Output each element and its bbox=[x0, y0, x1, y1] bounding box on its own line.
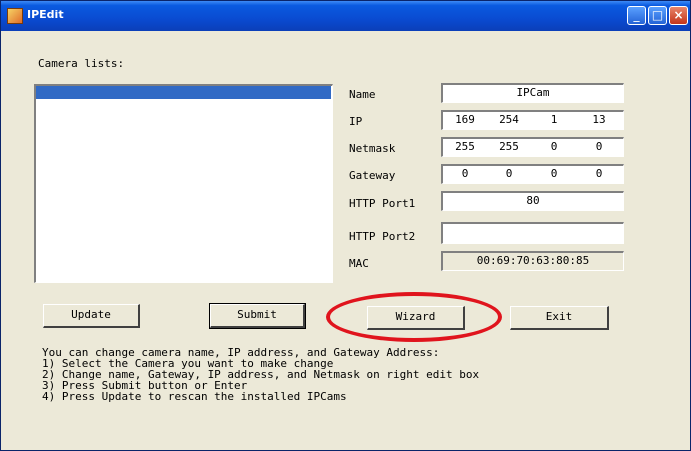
netmask-octet-3[interactable]: 0 bbox=[534, 139, 574, 155]
camera-lists-label: Camera lists: bbox=[38, 57, 125, 70]
ip-octet-1[interactable]: 169 bbox=[445, 112, 485, 128]
exit-button[interactable]: Exit bbox=[510, 306, 609, 330]
list-item[interactable]: IPCam............... 169.254.1.13 bbox=[36, 86, 331, 124]
gateway-octet-2[interactable]: 0 bbox=[489, 166, 529, 182]
gateway-octet-4[interactable]: 0 bbox=[579, 166, 619, 182]
app-icon bbox=[7, 8, 23, 24]
gateway-octet-1[interactable]: 0 bbox=[445, 166, 485, 182]
update-button[interactable]: Update bbox=[43, 304, 140, 328]
netmask-label: Netmask bbox=[349, 142, 396, 155]
window-title: IPEdit bbox=[27, 8, 64, 21]
mac-field: 00:69:70:63:80:85 bbox=[441, 251, 624, 271]
gateway-octet-3[interactable]: 0 bbox=[534, 166, 574, 182]
netmask-field[interactable]: 255 255 0 0 bbox=[441, 137, 624, 157]
netmask-octet-1[interactable]: 255 bbox=[445, 139, 485, 155]
instructions: You can change camera name, IP address, … bbox=[42, 347, 479, 402]
camera-entry-ip: 169.254.1.13 bbox=[206, 113, 279, 124]
ip-field[interactable]: 169 254 1 13 bbox=[441, 110, 624, 130]
gateway-field[interactable]: 0 0 0 0 bbox=[441, 164, 624, 184]
name-field[interactable]: IPCam bbox=[441, 83, 624, 103]
ip-octet-3[interactable]: 1 bbox=[534, 112, 574, 128]
gateway-label: Gateway bbox=[349, 169, 396, 182]
http-port1-label: HTTP Port1 bbox=[349, 197, 416, 210]
netmask-octet-2[interactable]: 255 bbox=[489, 139, 529, 155]
instruction-line: 4) Press Update to rescan the installed … bbox=[42, 390, 347, 403]
mac-label: MAC bbox=[349, 257, 369, 270]
ip-octet-4[interactable]: 13 bbox=[579, 112, 619, 128]
title-bar[interactable]: IPEdit _ □ × bbox=[1, 1, 690, 31]
close-icon[interactable]: × bbox=[669, 6, 688, 25]
ip-octet-2[interactable]: 254 bbox=[489, 112, 529, 128]
http-port1-field[interactable]: 80 bbox=[441, 191, 624, 211]
minimize-icon[interactable]: _ bbox=[627, 6, 646, 25]
netmask-octet-4[interactable]: 0 bbox=[579, 139, 619, 155]
http-port2-field[interactable] bbox=[441, 222, 624, 244]
camera-listbox[interactable]: IPCam............... 169.254.1.13 bbox=[34, 84, 333, 283]
wizard-button[interactable]: Wizard bbox=[367, 306, 465, 330]
name-label: Name bbox=[349, 88, 376, 101]
submit-button[interactable]: Submit bbox=[209, 303, 306, 329]
camera-entry-name: IPCam............... bbox=[38, 100, 159, 111]
maximize-icon[interactable]: □ bbox=[648, 6, 667, 25]
http-port2-label: HTTP Port2 bbox=[349, 230, 416, 243]
ipedit-window: IPEdit _ □ × Camera lists: IPCam........… bbox=[0, 0, 691, 451]
ip-label: IP bbox=[349, 115, 363, 128]
